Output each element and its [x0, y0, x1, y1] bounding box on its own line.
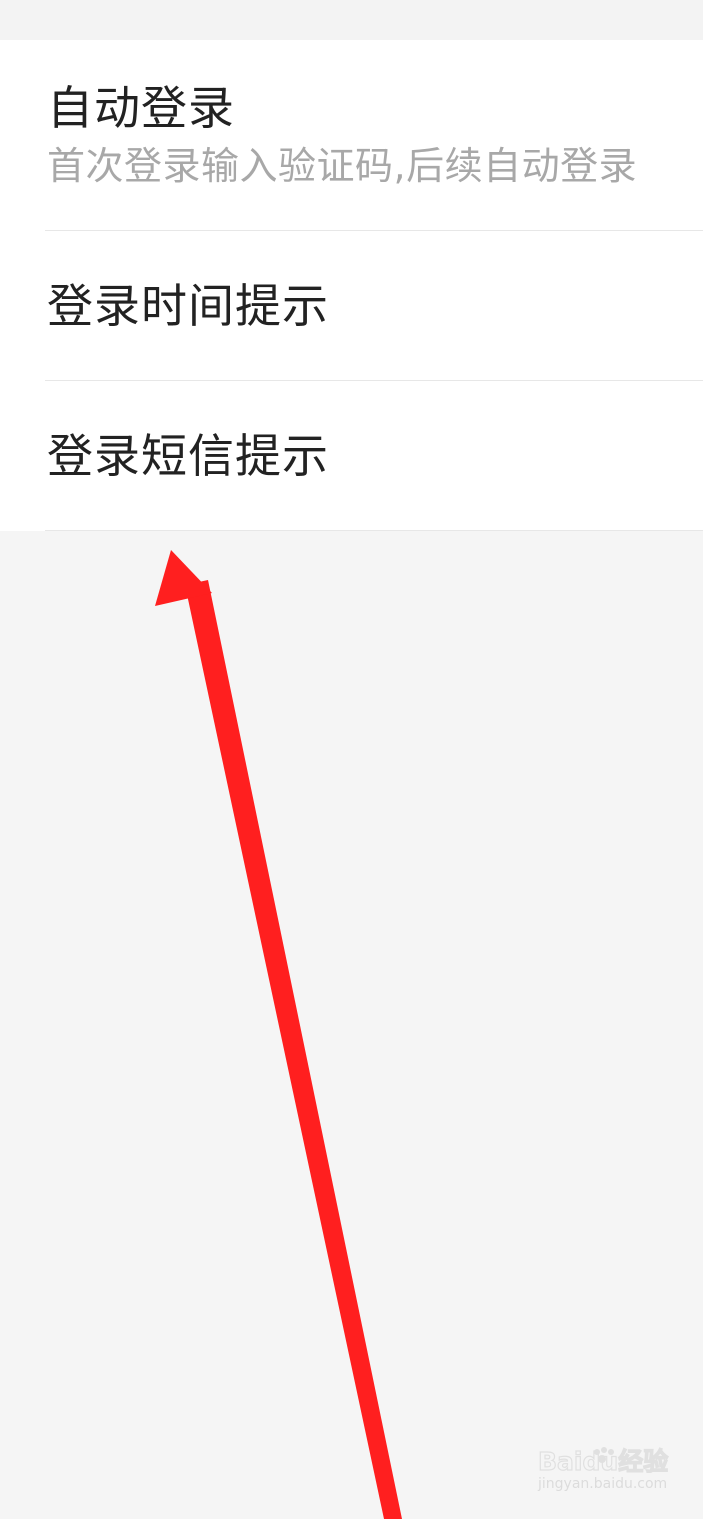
auto-login-description: 首次登录输入验证码,后续自动登录 [47, 144, 638, 188]
watermark-logo-text: Baidu经验 [538, 1447, 668, 1476]
login-sms-notice-divider [45, 530, 703, 531]
login-settings-card: 自动登录 首次登录输入验证码,后续自动登录 登录时间提示 登录短信提示 [0, 40, 703, 531]
settings-screen: 自动登录 首次登录输入验证码,后续自动登录 登录时间提示 登录短信提示 Baid… [0, 0, 703, 1519]
setting-item-login-time-notice[interactable]: 登录时间提示 [0, 231, 703, 381]
paw-mark-icon [594, 1447, 614, 1463]
arrow-shaft [185, 580, 402, 1519]
baidu-jingyan-watermark: Baidu经验 jingyan.baidu.com [538, 1440, 688, 1505]
setting-item-login-sms-notice[interactable]: 登录短信提示 [0, 381, 703, 531]
setting-item-auto-login[interactable]: 自动登录 首次登录输入验证码,后续自动登录 [0, 40, 703, 231]
auto-login-title: 自动登录 [47, 81, 235, 135]
arrow-head [155, 550, 212, 606]
baidu-logo-icon: Baidu经验 [538, 1446, 669, 1476]
watermark-domain: jingyan.baidu.com [538, 1476, 668, 1492]
login-sms-notice-title: 登录短信提示 [47, 429, 329, 483]
top-status-strip [0, 0, 703, 40]
login-time-notice-title: 登录时间提示 [47, 279, 329, 333]
